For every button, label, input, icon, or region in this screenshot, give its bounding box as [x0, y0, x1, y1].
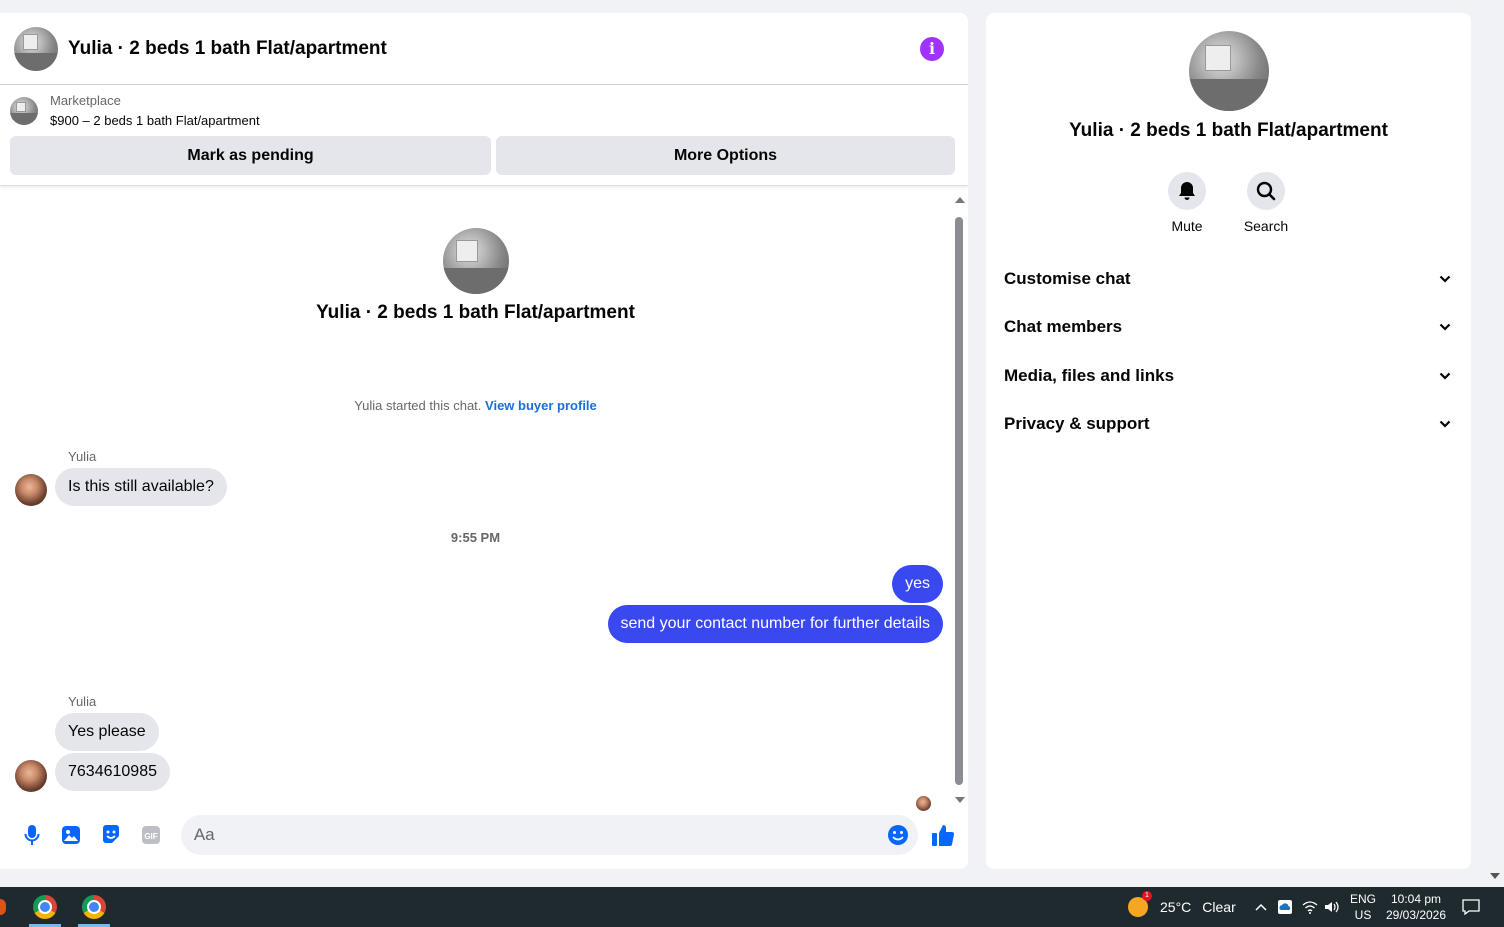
notification-center-icon[interactable]	[1460, 887, 1482, 927]
avatar[interactable]	[15, 474, 47, 506]
message-bubble-incoming[interactable]: Yes please	[55, 713, 159, 751]
message-input-wrapper	[180, 815, 918, 855]
section-media-files-links[interactable]: Media, files and links	[1004, 361, 1452, 391]
chrome-icon	[82, 895, 106, 919]
info-title: Yulia · 2 beds 1 bath Flat/apartment	[1069, 120, 1388, 141]
chat-started-text: Yulia started this chat.	[354, 398, 482, 413]
page-scroll-down-arrow[interactable]	[1490, 873, 1500, 879]
chevron-down-icon	[1438, 369, 1452, 383]
info-avatar[interactable]	[1189, 31, 1269, 111]
clock-time: 10:04 pm	[1390, 892, 1442, 906]
taskbar-app-partial-icon[interactable]	[0, 899, 6, 915]
language-indicator[interactable]: ENG US	[1346, 887, 1380, 927]
chat-header: Yulia · 2 beds 1 bath Flat/apartment i	[0, 13, 968, 85]
message-bubble-incoming[interactable]: Is this still available?	[55, 468, 227, 506]
chevron-down-icon	[1438, 417, 1452, 431]
thumbs-up-icon[interactable]	[930, 822, 956, 848]
message-bubble-incoming[interactable]: 7634610985	[55, 753, 170, 791]
volume-icon[interactable]	[1322, 887, 1342, 927]
more-options-button[interactable]: More Options	[496, 136, 955, 175]
show-hidden-icons-chevron-up-icon[interactable]	[1252, 887, 1270, 927]
intro-title: Yulia · 2 beds 1 bath Flat/apartment	[316, 302, 635, 323]
weather-condition: Clear	[1202, 899, 1236, 915]
message-composer: GIF	[0, 801, 968, 869]
section-label: Media, files and links	[1004, 366, 1175, 385]
scroll-thumb[interactable]	[955, 217, 963, 785]
message-input[interactable]	[193, 825, 887, 845]
section-label: Chat members	[1004, 317, 1123, 336]
weather-widget[interactable]: 25°C Clear	[1128, 891, 1236, 917]
view-buyer-profile-link[interactable]: View buyer profile	[485, 398, 597, 413]
bell-icon	[1168, 172, 1206, 210]
section-label: Privacy & support	[1004, 414, 1150, 433]
chat-title[interactable]: Yulia · 2 beds 1 bath Flat/apartment	[68, 38, 920, 60]
language-code: ENG	[1349, 892, 1376, 906]
message-timestamp: 9:55 PM	[450, 530, 501, 545]
gif-icon[interactable]: GIF	[140, 824, 162, 846]
chat-scrollbar[interactable]	[951, 193, 968, 803]
marketplace-label: Marketplace	[50, 93, 121, 108]
search-button[interactable]: Search	[1226, 172, 1306, 234]
scroll-up-arrow[interactable]	[955, 197, 965, 203]
marketplace-listing[interactable]: Marketplace $900 – 2 beds 1 bath Flat/ap…	[10, 93, 958, 128]
chevron-down-icon	[1438, 272, 1452, 286]
listing-thumbnail	[10, 96, 38, 125]
section-privacy-support[interactable]: Privacy & support	[1004, 409, 1452, 439]
message-bubble-outgoing[interactable]: yes	[892, 565, 943, 603]
listing-avatar[interactable]	[14, 26, 58, 71]
chevron-down-icon	[1438, 320, 1452, 334]
chat-started-notice: Yulia started this chat. View buyer prof…	[0, 398, 951, 413]
section-chat-members[interactable]: Chat members	[1004, 312, 1452, 342]
intro-avatar	[443, 228, 509, 294]
message-bubble-outgoing[interactable]: send your contact number for further det…	[607, 605, 943, 643]
marketplace-bar: Marketplace $900 – 2 beds 1 bath Flat/ap…	[0, 85, 968, 186]
info-icon[interactable]: i	[920, 36, 944, 61]
image-icon[interactable]	[61, 824, 83, 846]
emoji-icon[interactable]	[887, 824, 909, 846]
sender-name: Yulia	[68, 449, 97, 464]
onedrive-icon[interactable]	[1275, 887, 1295, 927]
section-label: Customise chat	[1004, 269, 1131, 288]
section-customise-chat[interactable]: Customise chat	[1004, 264, 1452, 294]
microphone-icon[interactable]	[21, 824, 43, 846]
message-list: Yulia · 2 beds 1 bath Flat/apartment Yul…	[0, 193, 968, 813]
mark-as-pending-button[interactable]: Mark as pending	[10, 136, 491, 175]
sender-name: Yulia	[68, 694, 97, 709]
clock[interactable]: 10:04 pm 29/03/2026	[1384, 887, 1448, 927]
avatar[interactable]	[15, 760, 47, 792]
conversation-info-panel: Yulia · 2 beds 1 bath Flat/apartment Mut…	[986, 13, 1471, 869]
search-label: Search	[1243, 218, 1289, 234]
listing-price-title: $900 – 2 beds 1 bath Flat/apartment	[50, 113, 260, 128]
wifi-icon[interactable]	[1300, 887, 1320, 927]
clock-date: 29/03/2026	[1385, 908, 1447, 922]
chat-panel: Yulia · 2 beds 1 bath Flat/apartment i M…	[0, 13, 968, 869]
gif-label: GIF	[144, 832, 157, 841]
weather-temp: 25°C	[1160, 899, 1192, 915]
taskbar-chrome-profile-h[interactable]	[25, 887, 65, 927]
weather-icon	[1128, 891, 1152, 917]
keyboard-layout: US	[1354, 908, 1372, 922]
taskbar: 25°C Clear ENG US 10:04 pm 29/03/2026	[0, 887, 1504, 927]
sticker-icon[interactable]	[100, 824, 122, 846]
mute-label: Mute	[1171, 218, 1203, 234]
taskbar-chrome[interactable]	[74, 887, 114, 927]
search-icon	[1247, 172, 1285, 210]
mute-button[interactable]: Mute	[1147, 172, 1227, 234]
chrome-icon	[33, 895, 57, 919]
